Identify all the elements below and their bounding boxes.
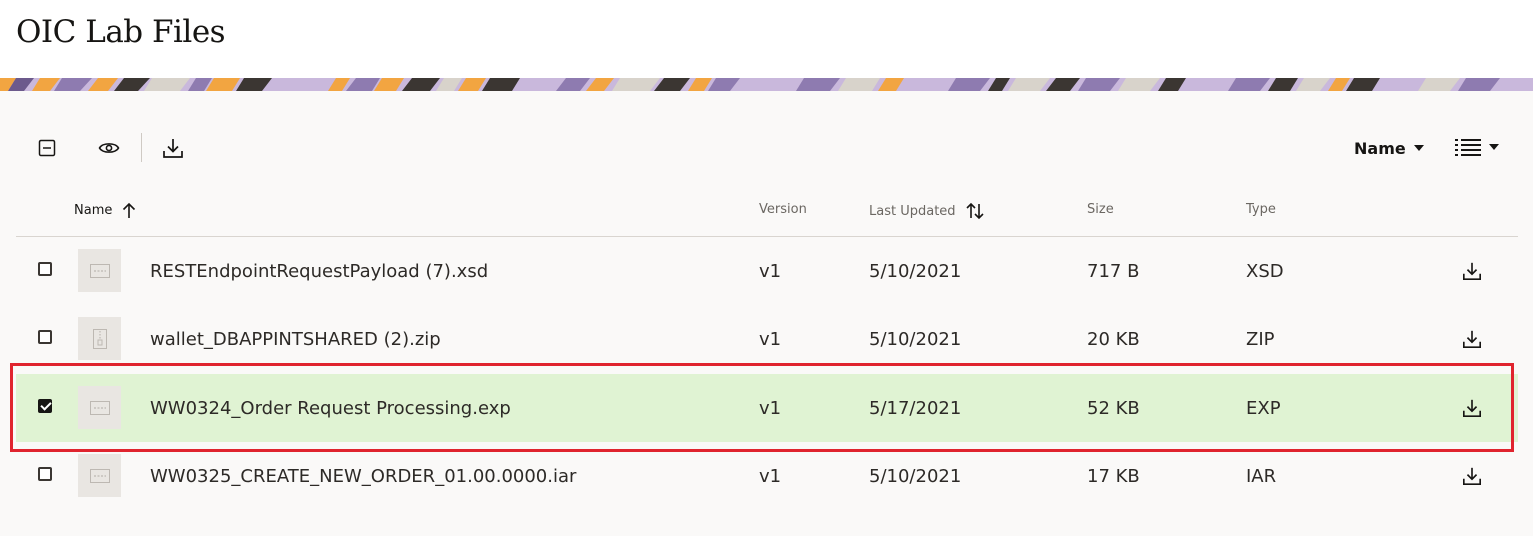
row-download-button[interactable] <box>1460 464 1484 488</box>
row-checkbox[interactable] <box>38 399 52 413</box>
file-last-updated: 5/10/2021 <box>869 328 962 350</box>
file-version: v1 <box>759 465 782 487</box>
file-size: 17 KB <box>1087 465 1140 487</box>
file-last-updated: 5/17/2021 <box>869 397 962 419</box>
file-thumbnail <box>78 454 121 497</box>
download-icon <box>1463 467 1481 485</box>
file-size: 52 KB <box>1087 397 1140 419</box>
file-last-updated: 5/10/2021 <box>869 260 962 282</box>
decorative-banner <box>0 78 1533 91</box>
table-row[interactable]: wallet_DBAPPINTSHARED (2).zip v1 5/10/20… <box>16 305 1518 373</box>
row-checkbox[interactable] <box>38 262 52 276</box>
select-all-button[interactable] <box>33 134 61 162</box>
row-download-button[interactable] <box>1460 327 1484 351</box>
file-thumbnail <box>78 249 121 292</box>
view-mode-dropdown[interactable] <box>1455 135 1499 159</box>
column-header-size[interactable]: Size <box>1087 202 1114 217</box>
row-checkbox[interactable] <box>38 467 52 481</box>
file-type: IAR <box>1246 465 1277 487</box>
table-row[interactable]: RESTEndpointRequestPayload (7).xsd v1 5/… <box>16 237 1518 305</box>
row-checkbox[interactable] <box>38 330 52 344</box>
download-selected-button[interactable] <box>159 134 187 162</box>
eye-icon <box>98 143 120 153</box>
file-icon <box>89 400 110 415</box>
file-type: ZIP <box>1246 328 1275 350</box>
file-thumbnail <box>78 317 121 360</box>
file-icon <box>89 263 110 278</box>
file-version: v1 <box>759 260 782 282</box>
column-header-name[interactable]: Name <box>74 202 136 218</box>
download-icon <box>1463 330 1481 348</box>
download-icon <box>1463 262 1481 280</box>
list-view-icon <box>1455 139 1481 156</box>
download-icon <box>1463 399 1481 417</box>
file-size: 20 KB <box>1087 328 1140 350</box>
file-last-updated: 5/10/2021 <box>869 465 962 487</box>
sort-toggle-icon <box>965 202 984 220</box>
column-header-size-label: Size <box>1087 202 1114 217</box>
file-name[interactable]: WW0324_Order Request Processing.exp <box>150 374 511 442</box>
file-version: v1 <box>759 328 782 350</box>
file-version: v1 <box>759 397 782 419</box>
file-name[interactable]: wallet_DBAPPINTSHARED (2).zip <box>150 305 441 373</box>
caret-down-icon <box>1489 144 1499 150</box>
column-header-last-updated[interactable]: Last Updated <box>869 202 984 220</box>
column-header-name-label: Name <box>74 202 113 218</box>
row-download-button[interactable] <box>1460 396 1484 420</box>
column-header-version-label: Version <box>759 202 807 217</box>
table-row-selected[interactable]: WW0324_Order Request Processing.exp v1 5… <box>16 374 1518 442</box>
sort-by-label: Name <box>1354 138 1406 158</box>
row-download-button[interactable] <box>1460 259 1484 283</box>
preview-button[interactable] <box>95 134 123 162</box>
file-icon <box>89 468 110 483</box>
toolbar-divider <box>141 133 142 162</box>
sort-by-dropdown[interactable]: Name <box>1354 136 1424 160</box>
column-header-type-label: Type <box>1246 202 1276 217</box>
download-icon <box>163 139 183 158</box>
file-size: 717 B <box>1087 260 1140 282</box>
page-title: OIC Lab Files <box>16 14 226 50</box>
caret-down-icon <box>1413 145 1424 151</box>
column-header-version[interactable]: Version <box>759 202 807 217</box>
sort-ascending-icon <box>123 202 136 218</box>
file-type: EXP <box>1246 397 1281 419</box>
file-thumbnail <box>78 386 121 429</box>
file-name[interactable]: RESTEndpointRequestPayload (7).xsd <box>150 237 488 305</box>
zip-file-icon <box>92 328 107 349</box>
minus-square-icon <box>38 139 56 157</box>
file-name[interactable]: WW0325_CREATE_NEW_ORDER_01.00.0000.iar <box>150 442 576 510</box>
file-type: XSD <box>1246 260 1284 282</box>
column-header-last-updated-label: Last Updated <box>869 203 956 219</box>
column-header-type[interactable]: Type <box>1246 202 1276 217</box>
table-row[interactable]: WW0325_CREATE_NEW_ORDER_01.00.0000.iar v… <box>16 442 1518 510</box>
